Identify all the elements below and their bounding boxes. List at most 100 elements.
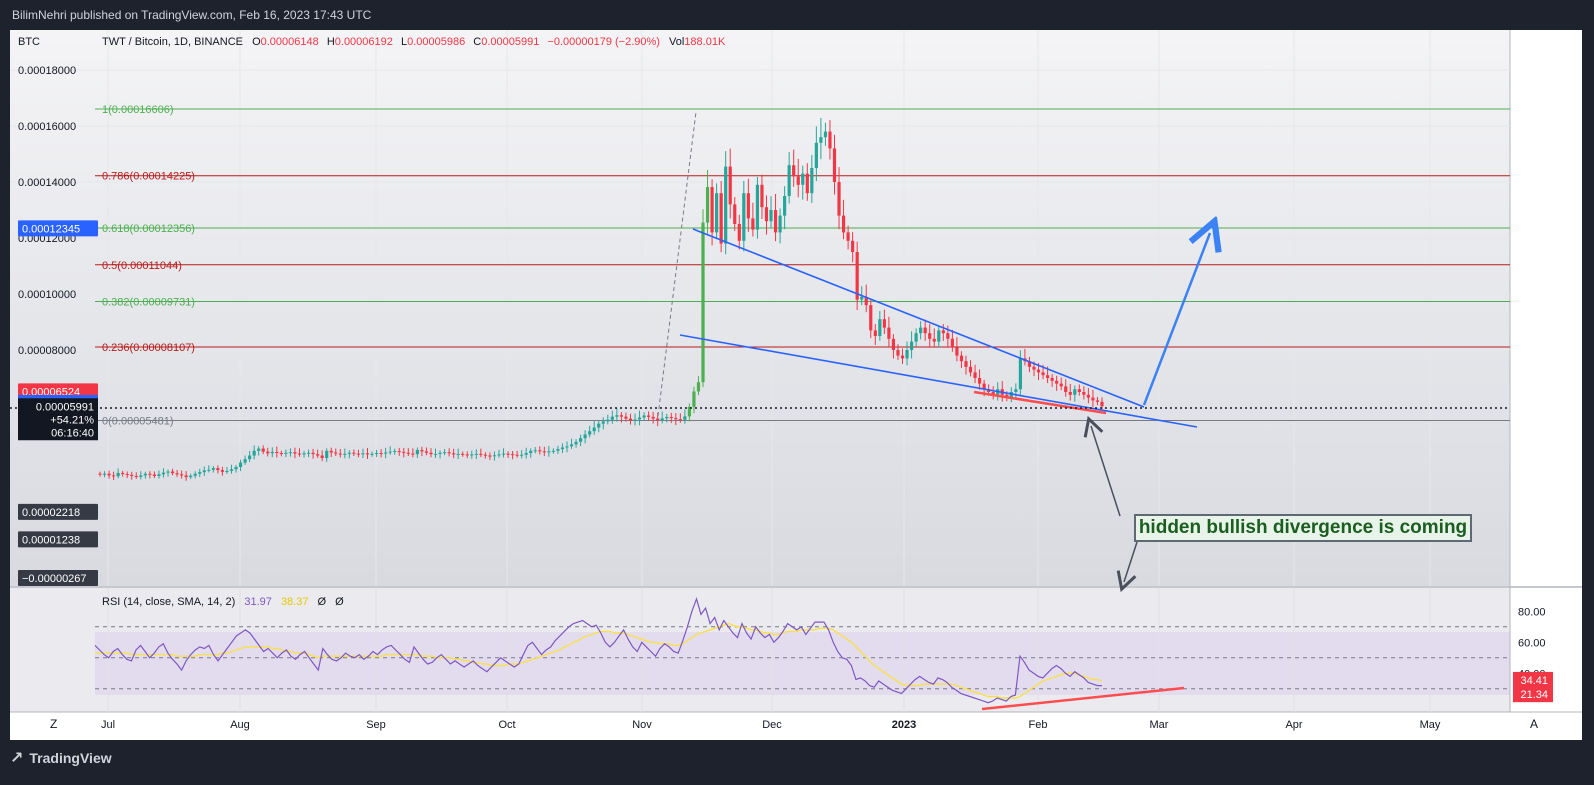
price-badge-label: −0.00000267 xyxy=(22,573,87,585)
rsi-axis[interactable]: 80.0060.0040.0034.4121.34 xyxy=(1513,606,1553,703)
candle-body xyxy=(773,210,778,233)
candle-body xyxy=(515,454,519,456)
candle-body xyxy=(325,450,329,459)
candle-body xyxy=(365,453,370,455)
candle-body xyxy=(388,451,392,453)
candle-body xyxy=(783,196,787,216)
tradingview-logo-text: TradingView xyxy=(29,749,112,766)
candle-body xyxy=(837,182,841,216)
candle-body xyxy=(923,327,927,334)
candle-body xyxy=(121,472,125,475)
zoom-button[interactable]: Z xyxy=(50,717,57,731)
candle-body xyxy=(760,184,764,208)
candle-body xyxy=(424,451,429,453)
rsi-upper-band-value: Ø xyxy=(318,596,327,608)
candle-body xyxy=(252,450,256,456)
candle-body xyxy=(429,452,433,455)
symbol-name: TWT / Bitcoin, 1D, BINANCE xyxy=(102,36,243,48)
time-tick-label: Jul xyxy=(101,719,115,731)
candle-body xyxy=(379,453,383,455)
candle-body xyxy=(497,454,501,456)
candle-body xyxy=(384,452,388,454)
candle-body xyxy=(769,210,773,222)
candle-body xyxy=(959,355,964,362)
candle-body xyxy=(973,372,977,378)
candle-body xyxy=(755,184,760,230)
candle-body xyxy=(152,474,157,476)
candle-body xyxy=(266,451,270,454)
rsi-badge-label: 21.34 xyxy=(1520,689,1548,701)
candle-body xyxy=(356,453,361,455)
candle-body xyxy=(175,473,179,475)
candle-body xyxy=(180,474,184,476)
candle-body xyxy=(393,451,397,453)
candle-body xyxy=(1045,375,1050,378)
candle-body xyxy=(134,476,138,477)
tradingview-logo[interactable]: ↗ TradingView xyxy=(10,748,112,767)
candle-body xyxy=(937,330,941,342)
price-tick-label: 0.00018000 xyxy=(18,65,76,77)
chart-canvas[interactable]: 1(0.00016606) 0.786(0.00014225) 0.618(0.00… xyxy=(10,30,1582,740)
candle-body xyxy=(1050,378,1054,381)
close-label: C xyxy=(473,36,481,48)
candle-body xyxy=(683,416,687,420)
time-tick-label: Sep xyxy=(366,719,386,731)
candle-body xyxy=(370,453,374,455)
change-value: −0.00000179 (−2.90%) xyxy=(547,36,660,48)
candle-body xyxy=(710,187,714,233)
candle-body xyxy=(130,474,134,476)
candle-body xyxy=(787,165,791,196)
candle-body xyxy=(143,473,147,476)
candle-body xyxy=(823,131,828,138)
candle-body xyxy=(1014,389,1018,392)
candle-body xyxy=(882,319,886,328)
candle-body xyxy=(347,452,351,454)
time-tick-label: Feb xyxy=(1029,719,1048,731)
candle-body xyxy=(1073,389,1077,395)
footer-bar: ↗ TradingView xyxy=(0,740,1594,785)
candle-body xyxy=(510,454,515,456)
candle-body xyxy=(946,333,950,339)
candle-body xyxy=(520,454,524,456)
candle-body xyxy=(955,347,959,356)
candle-body xyxy=(796,176,800,185)
candle-body xyxy=(198,472,202,474)
candle-body xyxy=(819,137,823,143)
fib-level-label: 0.5(0.00011044) xyxy=(102,260,182,272)
divergence-note[interactable]: hidden bullish divergence is coming xyxy=(1134,514,1472,542)
candle-body xyxy=(501,453,506,455)
candle-body xyxy=(447,452,451,454)
candle-body xyxy=(869,305,873,331)
time-tick-label: Mar xyxy=(1150,719,1169,731)
candle-body xyxy=(764,207,769,222)
candle-body xyxy=(674,418,678,420)
candle-body xyxy=(257,448,261,451)
time-tick-label: Aug xyxy=(230,719,250,731)
time-tick-label: May xyxy=(1420,719,1441,731)
candle-body xyxy=(1032,366,1036,370)
candle-body xyxy=(692,391,696,407)
tradingview-logo-icon: ↗ xyxy=(10,748,24,767)
candle-body xyxy=(624,416,628,419)
candle-body xyxy=(116,472,120,477)
candle-body xyxy=(1100,401,1104,407)
candle-body xyxy=(202,470,206,473)
candle-body xyxy=(715,193,719,233)
auto-scale-button[interactable]: A xyxy=(1530,717,1538,731)
price-badge-label: 0.00002218 xyxy=(22,507,80,519)
symbol-legend[interactable]: TWT / Bitcoin, 1D, BINANCE O0.00006148 H… xyxy=(102,36,726,48)
candle-body xyxy=(642,415,646,418)
open-value: 0.00006148 xyxy=(261,36,319,48)
candle-body xyxy=(778,215,782,233)
candle-body xyxy=(207,469,211,471)
rsi-legend[interactable]: RSI (14, close, SMA, 14, 2) 31.97 38.37 … xyxy=(102,596,344,608)
time-axis[interactable]: Jul Aug Sep Oct Nov Dec 2023 Feb Mar Apr May xyxy=(101,719,1441,731)
candle-body xyxy=(461,453,465,455)
close-value: 0.00005991 xyxy=(481,36,539,48)
candle-body xyxy=(792,165,796,177)
candle-body xyxy=(977,378,982,384)
candle-body xyxy=(832,148,837,182)
fib-level-label: 0.618(0.00012356) xyxy=(102,223,195,235)
candle-body xyxy=(547,451,551,453)
candle-body xyxy=(216,468,220,471)
